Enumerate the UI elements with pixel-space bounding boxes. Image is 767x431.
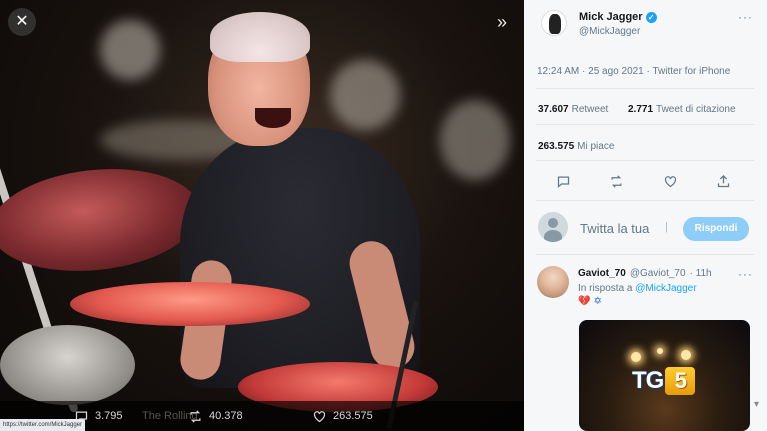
cymbal: [70, 282, 310, 326]
tweet-timestamp[interactable]: 12:24 AM · 25 ago 2021 · Twitter for iPh…: [537, 66, 730, 77]
in-reply-to-label: In risposta a: [578, 283, 633, 294]
reply-time[interactable]: · 11h: [690, 268, 712, 279]
retweet-stat[interactable]: 37.607 Retweet: [538, 104, 608, 115]
in-reply-to: In risposta a @MickJagger: [578, 283, 697, 294]
chevron-right-icon: »: [496, 12, 507, 32]
author-handle[interactable]: @MickJagger: [579, 26, 640, 37]
reply-input[interactable]: Twitta la tua: [580, 221, 649, 236]
divider: [536, 124, 754, 125]
reply-author-handle[interactable]: @Gaviot_70: [630, 268, 686, 279]
retweet-stat-count: 37.607: [538, 104, 569, 115]
heart-icon[interactable]: [663, 174, 678, 189]
like-action[interactable]: 263.575: [312, 409, 373, 424]
likes-stat-label: Mi piace: [577, 141, 615, 152]
retweet-icon[interactable]: [609, 174, 624, 189]
drummer-mouth: [255, 108, 291, 128]
heart-icon: [313, 410, 326, 422]
reply-icon[interactable]: [556, 174, 571, 189]
current-user-avatar: [538, 212, 568, 242]
stage-light: [681, 350, 691, 360]
stage-light: [440, 100, 510, 180]
divider: [536, 88, 754, 89]
stage-light: [657, 348, 663, 354]
stage-light: [330, 60, 400, 130]
reply-author-row: Gaviot_70 @Gaviot_70 · 11h: [578, 268, 712, 279]
broken-heart-icon: 💔: [578, 296, 591, 307]
author-name[interactable]: Mick Jagger: [579, 11, 643, 23]
status-url: https://twitter.com/MickJagger: [0, 419, 86, 431]
retweet-stat-label: Retweet: [571, 104, 609, 115]
cursor-icon: |: [665, 221, 668, 233]
drummer-hair: [210, 12, 310, 62]
quote-stat-count: 2.771: [628, 104, 654, 115]
retweet-icon: [190, 409, 201, 423]
stage-light: [631, 352, 641, 362]
reply-text: 💔 ✡: [578, 296, 602, 307]
flag-icon: ✡: [593, 296, 602, 307]
close-icon: ✕: [15, 13, 29, 30]
like-count: 263.575: [333, 410, 373, 422]
mention-link[interactable]: @MickJagger: [635, 283, 696, 294]
reply-author-name[interactable]: Gaviot_70: [578, 268, 626, 279]
drum: [0, 325, 135, 405]
more-options-icon[interactable]: ···: [738, 10, 753, 24]
author-name-row[interactable]: Mick Jagger ✓: [579, 11, 657, 23]
scroll-down-icon[interactable]: ▾: [754, 399, 759, 410]
cymbal: [0, 159, 205, 281]
close-button[interactable]: ✕: [8, 8, 36, 36]
share-icon[interactable]: [716, 174, 731, 189]
divider: [536, 254, 754, 255]
divider: [536, 200, 754, 201]
reply-author-avatar[interactable]: [537, 266, 569, 298]
tg5-logo-five: 5: [665, 367, 696, 395]
expand-button[interactable]: »: [488, 8, 516, 36]
screen: ✕ » 3.795 The Rolling 40.378 263.575 htt…: [0, 0, 767, 431]
quote-stat-label: Tweet di citazione: [656, 104, 736, 115]
retweet-count: 40.378: [209, 410, 243, 422]
reply-button[interactable]: Rispondi: [683, 217, 749, 241]
reply-count: 3.795: [95, 410, 123, 422]
quote-stat[interactable]: 2.771 Tweet di citazione: [628, 104, 736, 115]
media-viewer: ✕ » 3.795 The Rolling 40.378 263.575 htt…: [0, 0, 524, 431]
more-options-icon[interactable]: ···: [738, 267, 753, 281]
divider: [536, 160, 754, 161]
author-avatar[interactable]: [541, 10, 567, 36]
stage-light: [100, 20, 160, 80]
retweet-action[interactable]: 40.378: [188, 409, 243, 424]
likes-stat-count: 263.575: [538, 141, 575, 152]
likes-stat[interactable]: 263.575 Mi piace: [538, 141, 614, 152]
tg5-logo: TG 5: [632, 366, 708, 396]
tg5-logo-tg: TG: [632, 367, 664, 394]
verified-icon: ✓: [645, 11, 657, 23]
